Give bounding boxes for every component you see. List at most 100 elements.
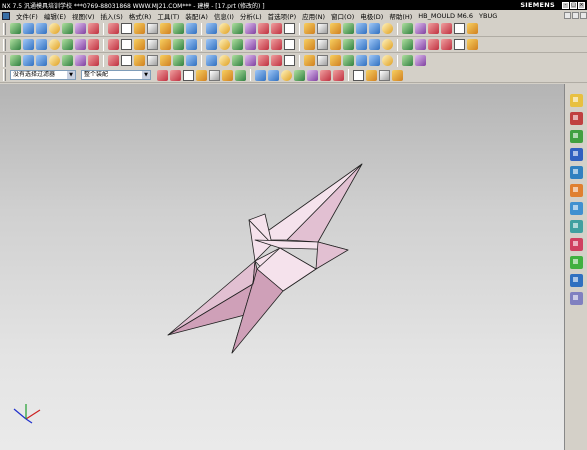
render-h-icon[interactable] bbox=[402, 23, 413, 34]
mirror-icon[interactable] bbox=[330, 39, 341, 50]
center-icon[interactable] bbox=[235, 69, 246, 81]
menu-view[interactable]: 视图(V) bbox=[69, 11, 98, 21]
chain-icon[interactable] bbox=[392, 69, 403, 81]
asm-nav-icon[interactable] bbox=[284, 23, 295, 34]
menu-window[interactable]: 窗口(O) bbox=[328, 11, 357, 21]
history-icon[interactable] bbox=[570, 130, 583, 143]
process-studio-icon[interactable] bbox=[570, 220, 583, 233]
shape-e-icon[interactable] bbox=[88, 23, 99, 34]
divide-icon[interactable] bbox=[284, 55, 295, 66]
render-3-icon[interactable] bbox=[454, 39, 465, 50]
point-constructor-icon[interactable] bbox=[170, 69, 181, 81]
menu-edit[interactable]: 编辑(E) bbox=[41, 11, 69, 21]
surface-f-icon[interactable] bbox=[415, 55, 426, 66]
minimize-button[interactable]: - bbox=[562, 1, 569, 9]
surface-c-icon[interactable] bbox=[369, 55, 380, 66]
close-button[interactable]: × bbox=[578, 1, 585, 9]
web-browser-icon[interactable] bbox=[570, 148, 583, 161]
render-i-icon[interactable] bbox=[415, 23, 426, 34]
view-a-icon[interactable] bbox=[206, 23, 217, 34]
intersect-curve-icon[interactable] bbox=[232, 55, 243, 66]
fillet-curve-icon[interactable] bbox=[304, 55, 315, 66]
render-g-icon[interactable] bbox=[382, 23, 393, 34]
chevron-down-icon[interactable]: ▼ bbox=[67, 71, 75, 79]
arc-tool-icon[interactable] bbox=[333, 69, 344, 81]
doc-restore-button[interactable] bbox=[572, 12, 579, 19]
pocket-icon[interactable] bbox=[147, 39, 158, 50]
quadrant-icon[interactable] bbox=[255, 69, 266, 81]
bridge-icon[interactable] bbox=[186, 55, 197, 66]
text-a-icon[interactable] bbox=[49, 55, 60, 66]
line-icon[interactable] bbox=[108, 55, 119, 66]
mid-point-icon[interactable] bbox=[196, 69, 207, 81]
render-m-icon[interactable] bbox=[467, 23, 478, 34]
trim-curve-icon[interactable] bbox=[271, 55, 282, 66]
palette-icon[interactable] bbox=[570, 256, 583, 269]
shape-b-icon[interactable] bbox=[49, 23, 60, 34]
cylinder-icon[interactable] bbox=[49, 39, 60, 50]
trim-icon[interactable] bbox=[245, 39, 256, 50]
cross-icon[interactable] bbox=[366, 69, 377, 81]
reuse-library-icon[interactable] bbox=[570, 202, 583, 215]
model-view[interactable] bbox=[0, 84, 564, 450]
menu-assembly[interactable]: 装配(A) bbox=[182, 11, 211, 21]
sphere-icon[interactable] bbox=[75, 39, 86, 50]
hole-icon[interactable] bbox=[121, 39, 132, 50]
menu-file[interactable]: 文件(F) bbox=[13, 11, 41, 21]
intersect-icon[interactable] bbox=[304, 39, 315, 50]
project-icon[interactable] bbox=[219, 55, 230, 66]
shell-icon[interactable] bbox=[232, 39, 243, 50]
menu-information[interactable]: 信息(I) bbox=[211, 11, 237, 21]
render-1-icon[interactable] bbox=[428, 39, 439, 50]
sketch-icon[interactable] bbox=[10, 39, 21, 50]
polyline-icon[interactable] bbox=[320, 69, 331, 81]
move-icon[interactable] bbox=[369, 39, 380, 50]
revolve-icon[interactable] bbox=[108, 39, 119, 50]
paste-icon[interactable] bbox=[173, 23, 184, 34]
offset-curve-icon[interactable] bbox=[173, 55, 184, 66]
point-icon[interactable] bbox=[88, 55, 99, 66]
surface-a-icon[interactable] bbox=[343, 55, 354, 66]
render-f-icon[interactable] bbox=[369, 23, 380, 34]
star-solid-body[interactable] bbox=[167, 163, 363, 354]
copy-icon[interactable] bbox=[160, 23, 171, 34]
maximize-button[interactable]: □ bbox=[570, 1, 577, 9]
extract-icon[interactable] bbox=[258, 55, 269, 66]
chevron-down-icon[interactable]: ▼ bbox=[142, 71, 150, 79]
render-c-icon[interactable] bbox=[330, 23, 341, 34]
circle-tool-icon[interactable] bbox=[353, 69, 364, 81]
toolbar-grip[interactable] bbox=[3, 22, 6, 35]
spline-icon[interactable] bbox=[62, 55, 73, 66]
polygon-icon[interactable] bbox=[147, 55, 158, 66]
menu-preferences[interactable]: 首选项(P) bbox=[265, 11, 300, 21]
render-l-icon[interactable] bbox=[454, 23, 465, 34]
menu-application[interactable]: 应用(N) bbox=[299, 11, 328, 21]
render-a-icon[interactable] bbox=[304, 23, 315, 34]
chamfer-curve-icon[interactable] bbox=[317, 55, 328, 66]
menu-analysis[interactable]: 分析(L) bbox=[237, 11, 265, 21]
line-tool-icon[interactable] bbox=[307, 69, 318, 81]
measure-icon[interactable] bbox=[402, 39, 413, 50]
curve-b-icon[interactable] bbox=[23, 55, 34, 66]
cut-icon[interactable] bbox=[147, 23, 158, 34]
shape-c-icon[interactable] bbox=[62, 23, 73, 34]
join-icon[interactable] bbox=[206, 55, 217, 66]
menu-tools[interactable]: 工具(T) bbox=[154, 11, 182, 21]
app-icon[interactable] bbox=[2, 11, 10, 20]
selection-scope-dropdown[interactable]: 整个装配 ▼ bbox=[81, 70, 151, 80]
groove-icon[interactable] bbox=[186, 39, 197, 50]
edit-curve-icon[interactable] bbox=[330, 55, 341, 66]
system-material-icon[interactable] bbox=[570, 184, 583, 197]
part-nav-icon[interactable] bbox=[271, 23, 282, 34]
point-on-face-icon[interactable] bbox=[294, 69, 305, 81]
datum-icon[interactable] bbox=[23, 39, 34, 50]
view-d-icon[interactable] bbox=[245, 23, 256, 34]
doc-close-button[interactable] bbox=[580, 12, 587, 19]
helix-icon[interactable] bbox=[75, 55, 86, 66]
view-c-icon[interactable] bbox=[232, 23, 243, 34]
toolbar-grip[interactable] bbox=[3, 54, 6, 67]
existing-point-icon[interactable] bbox=[268, 69, 279, 81]
end-point-icon[interactable] bbox=[183, 69, 194, 81]
surface-b-icon[interactable] bbox=[356, 55, 367, 66]
menu-help[interactable]: 帮助(H) bbox=[386, 11, 415, 21]
